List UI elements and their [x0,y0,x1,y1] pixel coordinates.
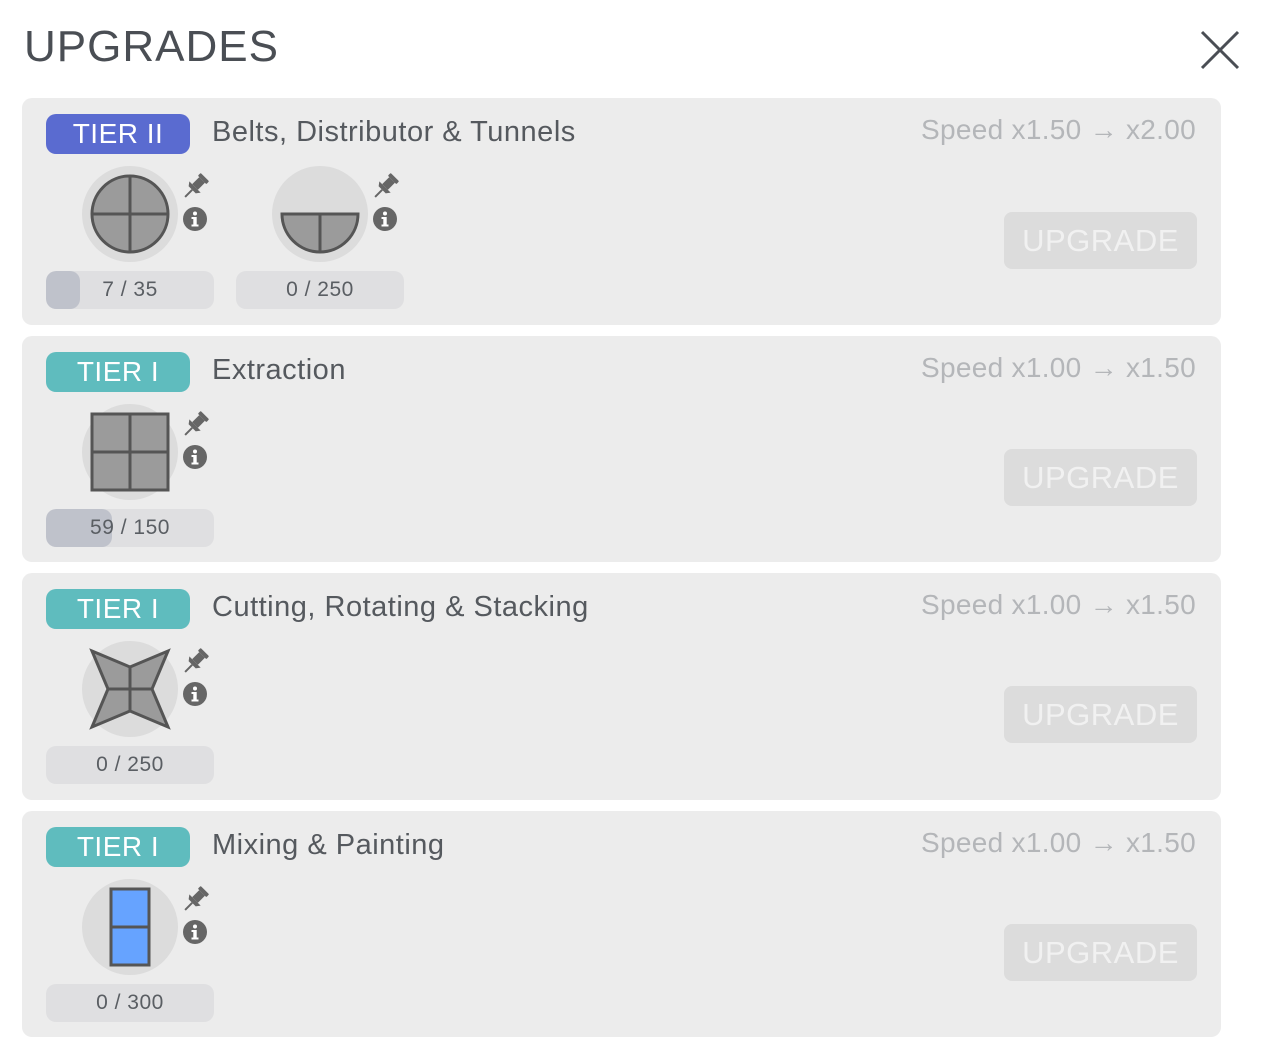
upgrade-name: Mixing & Painting [212,829,445,861]
tier-badge: TIER I [46,352,190,392]
upgrade-button[interactable]: UPGRADE [1004,686,1197,743]
upgrade-card-mixing: TIER I Mixing & Painting Speed x1.00 → x… [22,811,1221,1037]
requirement: 0 / 250 [46,641,246,801]
progress-bar: 0 / 250 [236,271,404,309]
requirement: 0 / 300 [46,879,246,1039]
shape-half-circle-icon [280,212,360,254]
progress-text: 59 / 150 [90,516,170,539]
close-icon[interactable] [1198,28,1242,72]
info-icon[interactable] [182,444,208,470]
progress-text: 0 / 300 [96,991,164,1014]
pin-icon[interactable] [180,172,210,202]
tier-badge: TIER II [46,114,190,154]
progress-bar: 7 / 35 [46,271,214,309]
shape-circle-quarters-icon [90,174,170,254]
page-title: UPGRADES [24,22,279,71]
shape-star-quarters-icon [89,648,171,730]
progress-text: 0 / 250 [96,753,164,776]
info-icon[interactable] [372,206,398,232]
upgrade-card-cutting: TIER I Cutting, Rotating & Stacking Spee… [22,573,1221,800]
upgrade-name: Extraction [212,354,346,386]
upgrade-button[interactable]: UPGRADE [1004,924,1197,981]
upgrade-name: Belts, Distributor & Tunnels [212,116,576,148]
progress-bar: 59 / 150 [46,509,214,547]
tier-badge: TIER I [46,589,190,629]
pin-icon[interactable] [180,647,210,677]
pin-icon[interactable] [180,885,210,915]
tier-badge: TIER I [46,827,190,867]
requirement: 0 / 250 [236,166,436,326]
shape-blue-rect-halves-icon [109,887,151,967]
pin-icon[interactable] [180,410,210,440]
upgrade-name: Cutting, Rotating & Stacking [212,591,589,623]
upgrade-card-belts: TIER II Belts, Distributor & Tunnels Spe… [22,98,1221,325]
info-icon[interactable] [182,206,208,232]
info-icon[interactable] [182,919,208,945]
upgrade-card-extraction: TIER I Extraction Speed x1.00 → x1.50 UP… [22,336,1221,562]
upgrade-button[interactable]: UPGRADE [1004,449,1197,506]
progress-bar: 0 / 300 [46,984,214,1022]
requirement: 7 / 35 [46,166,246,326]
speed-text: Speed x1.00 → x1.50 [921,827,1196,858]
upgrade-button[interactable]: UPGRADE [1004,212,1197,269]
progress-text: 7 / 35 [102,278,158,301]
progress-bar: 0 / 250 [46,746,214,784]
progress-text: 0 / 250 [286,278,354,301]
requirement: 59 / 150 [46,404,246,564]
shape-square-quarters-icon [90,412,170,492]
pin-icon[interactable] [370,172,400,202]
info-icon[interactable] [182,681,208,707]
speed-text: Speed x1.00 → x1.50 [921,589,1196,620]
speed-text: Speed x1.00 → x1.50 [921,352,1196,383]
speed-text: Speed x1.50 → x2.00 [921,114,1196,145]
